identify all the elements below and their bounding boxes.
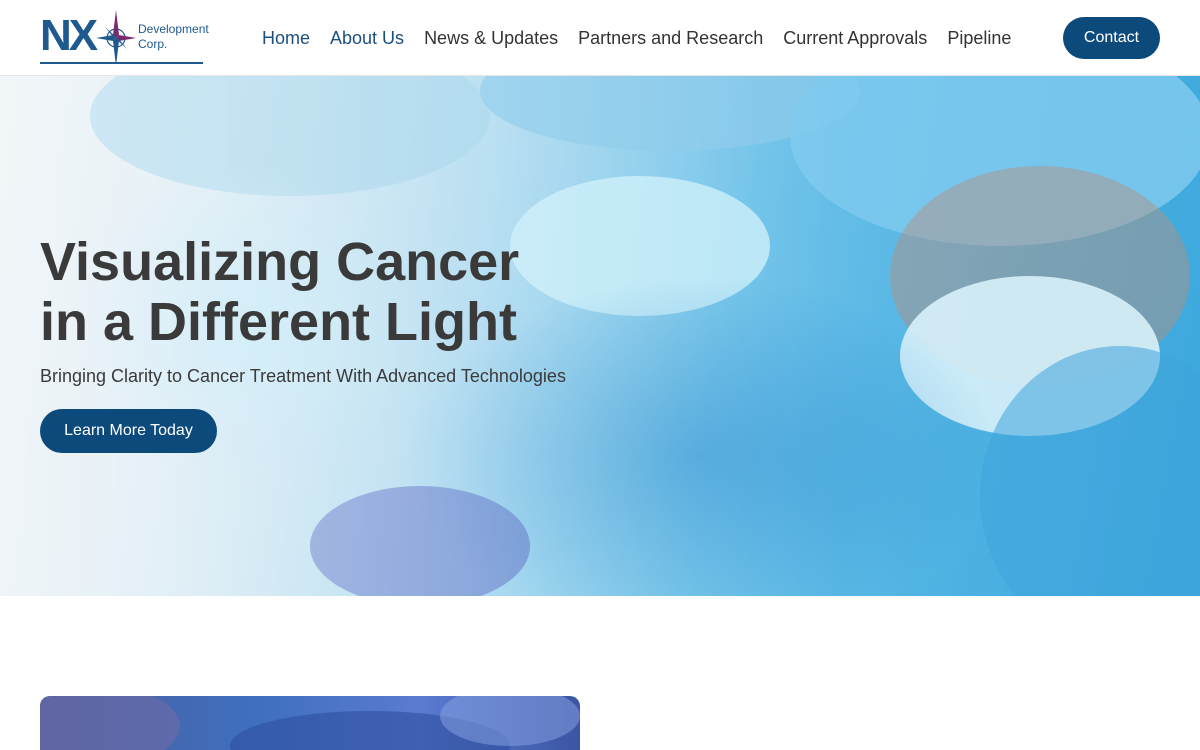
contact-button[interactable]: Contact xyxy=(1063,17,1160,59)
logo-subtitle: Development Corp. xyxy=(138,22,209,52)
main-nav: Home About Us News & Updates Partners an… xyxy=(262,26,1011,52)
hero-title: Visualizing Cancer in a Different Light xyxy=(40,232,660,352)
logo-underline xyxy=(40,62,203,64)
hero-title-line2: in a Different Light xyxy=(40,292,517,352)
nav-item-current-approvals[interactable]: Current Approvals xyxy=(783,26,927,52)
nav-item-pipeline[interactable]: Pipeline xyxy=(947,26,1011,52)
nav-item-home[interactable]: Home xyxy=(262,26,310,52)
nav-item-about-us[interactable]: About Us xyxy=(330,26,404,52)
hero-title-line1: Visualizing Cancer xyxy=(40,232,520,292)
feature-image xyxy=(40,696,580,750)
site-header: NX Development Corp. Home About Us News … xyxy=(0,0,1200,76)
hero-subtitle: Bringing Clarity to Cancer Treatment Wit… xyxy=(40,366,566,386)
site-logo[interactable]: NX Development Corp. xyxy=(40,8,209,66)
hero-banner: Visualizing Cancer in a Different Light … xyxy=(0,76,1200,596)
nav-item-news-updates[interactable]: News & Updates xyxy=(424,26,558,52)
logo-letters: NX xyxy=(40,11,98,60)
nav-item-partners-research[interactable]: Partners and Research xyxy=(578,26,763,52)
learn-more-button[interactable]: Learn More Today xyxy=(40,409,217,453)
compass-star-icon xyxy=(96,10,136,64)
logo-subtitle-line2: Corp. xyxy=(138,37,168,51)
feature-image-art xyxy=(40,696,580,750)
logo-subtitle-line1: Development xyxy=(138,22,209,36)
